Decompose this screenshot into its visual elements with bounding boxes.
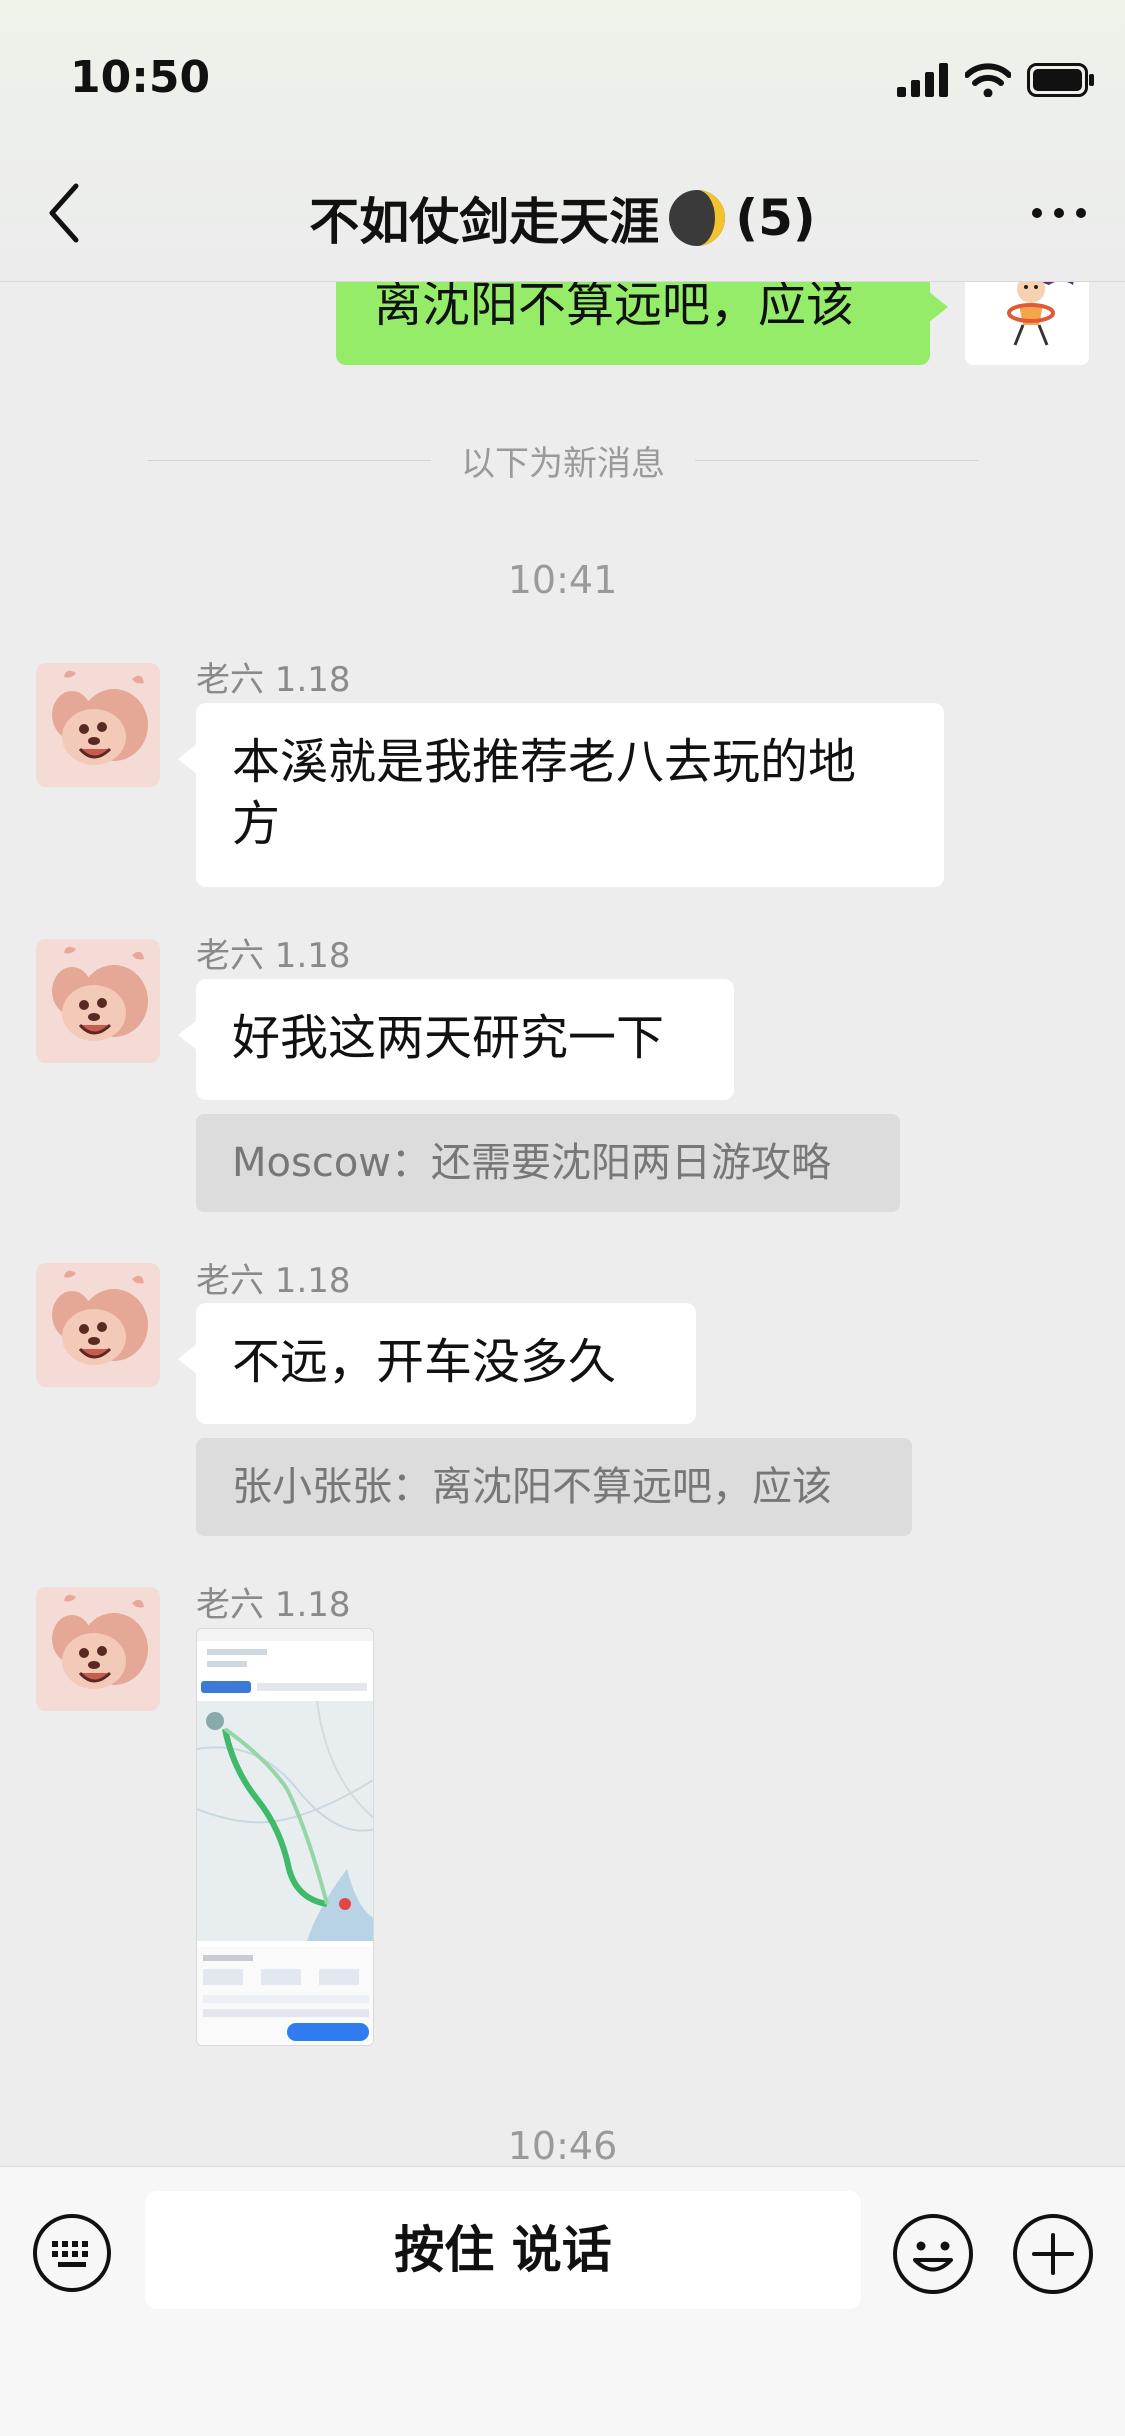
cartoon-mouse-avatar-icon bbox=[36, 663, 160, 787]
quoted-message-text: 张小张张：离沈阳不算远吧，应该 bbox=[232, 1464, 832, 1510]
image-message[interactable] bbox=[196, 1628, 374, 2046]
chat-header: 10:50 不如仗剑走天涯 (5) bbox=[0, 0, 1125, 282]
divider-line bbox=[148, 459, 431, 461]
sender-name: 老六 1.18 bbox=[196, 936, 351, 976]
sender-name: 老六 1.18 bbox=[196, 1261, 351, 1301]
message-text: 不远，开车没多久 bbox=[232, 1334, 617, 1390]
new-messages-divider: 以下为新消息 bbox=[148, 438, 978, 484]
group-name: 不如仗剑走天涯 bbox=[309, 193, 660, 251]
message-bubble[interactable]: 本溪就是我推荐老八去玩的地 方 bbox=[178, 703, 944, 887]
more-dot-icon bbox=[1054, 208, 1064, 218]
moon-emoji-icon bbox=[669, 190, 726, 246]
input-bar: 按住 说话 bbox=[0, 2166, 1125, 2436]
message-bubble[interactable]: 不远，开车没多久 bbox=[178, 1303, 696, 1424]
plus-icon bbox=[1013, 2214, 1093, 2294]
sender-avatar[interactable] bbox=[36, 939, 160, 1063]
more-button[interactable] bbox=[1029, 198, 1089, 228]
hold-to-talk-button[interactable]: 按住 说话 bbox=[145, 2191, 861, 2309]
wifi-icon bbox=[965, 63, 1011, 97]
sender-avatar[interactable] bbox=[36, 1263, 160, 1387]
cartoon-mouse-avatar-icon bbox=[36, 1263, 160, 1387]
sent-message-text: 离沈阳不算远吧，应该 bbox=[374, 277, 855, 333]
cartoon-mouse-avatar-icon bbox=[36, 939, 160, 1063]
signal-icon bbox=[897, 63, 948, 97]
status-time: 10:50 bbox=[70, 52, 211, 103]
battery-icon bbox=[1027, 63, 1094, 97]
timestamp: 10:41 bbox=[507, 558, 618, 602]
message-text-line: 方 bbox=[232, 796, 281, 852]
divider-line bbox=[695, 459, 978, 461]
keyboard-icon bbox=[33, 2214, 111, 2292]
sender-avatar[interactable] bbox=[36, 1587, 160, 1711]
emoji-button[interactable] bbox=[892, 2213, 974, 2295]
message-bubble[interactable]: 好我这两天研究一下 bbox=[178, 979, 734, 1100]
timestamp: 10:46 bbox=[507, 2124, 618, 2168]
sender-avatar[interactable] bbox=[36, 663, 160, 787]
message-text: 好我这两天研究一下 bbox=[232, 1010, 665, 1066]
keyboard-toggle-button[interactable] bbox=[32, 2213, 112, 2293]
message-text-line: 本溪就是我推荐老八去玩的地 bbox=[232, 734, 857, 790]
more-dot-icon bbox=[1076, 208, 1086, 218]
divider-text: 以下为新消息 bbox=[461, 443, 665, 484]
status-icons bbox=[897, 60, 1095, 100]
sender-name: 老六 1.18 bbox=[196, 660, 351, 700]
member-count: (5) bbox=[735, 189, 816, 247]
map-screenshot-thumbnail bbox=[197, 1629, 373, 2045]
quoted-message-text: Moscow：还需要沈阳两日游攻略 bbox=[232, 1140, 832, 1186]
cartoon-mouse-avatar-icon bbox=[36, 1587, 160, 1711]
sender-name: 老六 1.18 bbox=[196, 1585, 351, 1625]
quoted-message[interactable]: Moscow：还需要沈阳两日游攻略 bbox=[196, 1114, 900, 1212]
more-actions-button[interactable] bbox=[1012, 2213, 1094, 2295]
more-dot-icon bbox=[1032, 208, 1042, 218]
quoted-message[interactable]: 张小张张：离沈阳不算远吧，应该 bbox=[196, 1438, 912, 1536]
chat-title: 不如仗剑走天涯 (5) bbox=[0, 182, 1125, 254]
smiley-icon bbox=[893, 2214, 973, 2294]
